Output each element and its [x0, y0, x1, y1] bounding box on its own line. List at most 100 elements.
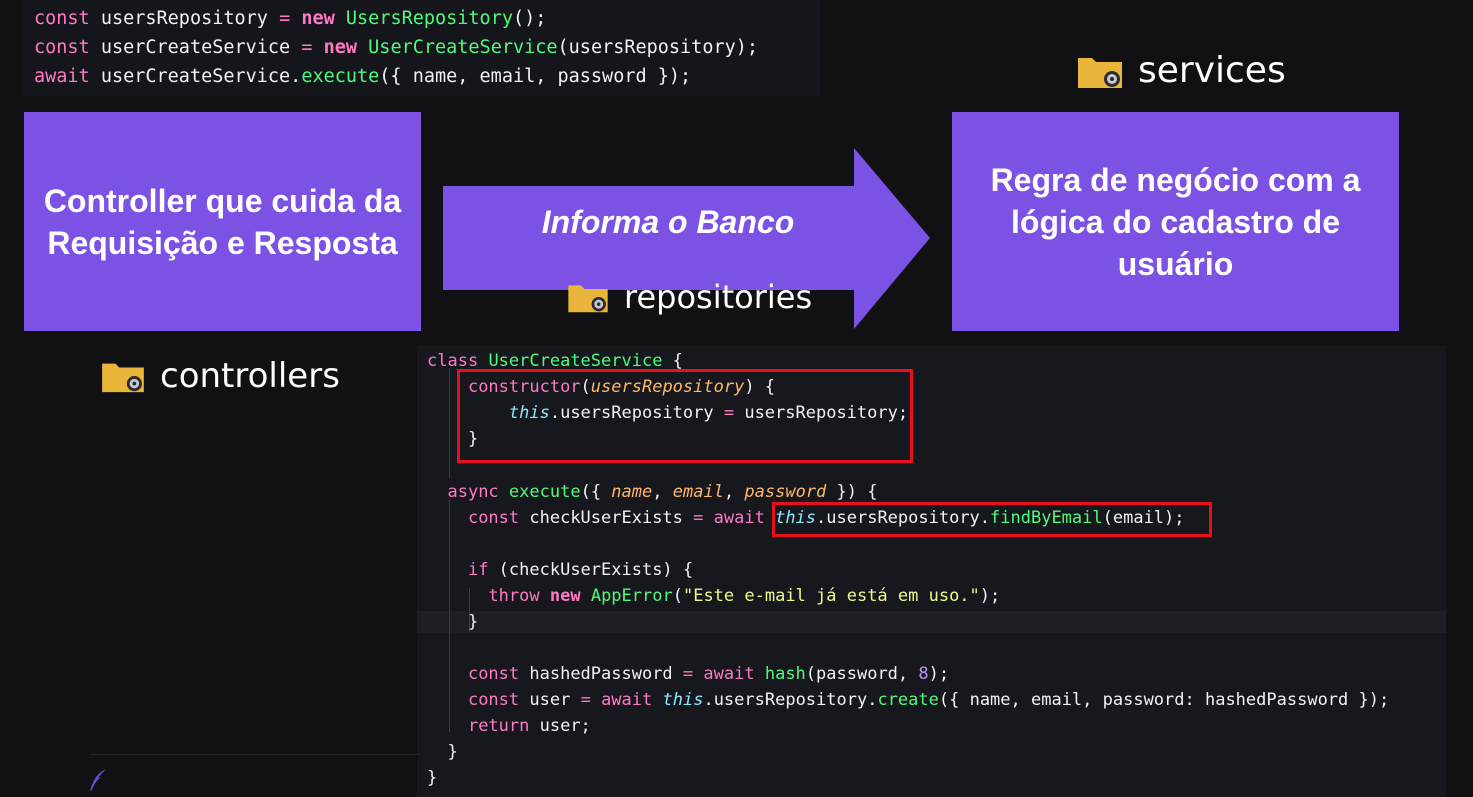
code-token: const: [467, 508, 520, 528]
code-token: if: [467, 560, 489, 580]
quill-icon: [90, 769, 106, 791]
code-token: const: [34, 37, 90, 58]
code-line: const userCreateService = new UserCreate…: [22, 33, 820, 62]
code-token: hashedPassword: [519, 664, 683, 684]
code-line: }: [427, 741, 458, 763]
code-token: this: [662, 690, 704, 710]
code-token: name: [611, 482, 653, 502]
code-token: throw: [488, 586, 540, 606]
code-token: await: [601, 690, 653, 710]
code-token: =: [682, 664, 694, 684]
top-code-snippet: const usersRepository = new UsersReposit…: [22, 0, 820, 96]
code-token: UserCreateService: [488, 351, 663, 371]
folder-gear-icon: [568, 285, 608, 313]
code-token: const: [467, 690, 520, 710]
folder-label-services: services: [1138, 50, 1286, 91]
code-token: new: [301, 8, 335, 29]
code-token: (password,: [805, 664, 919, 684]
code-token: await: [34, 66, 90, 87]
code-token: userCreateService.: [89, 66, 302, 87]
code-token: AppError: [590, 586, 673, 606]
code-line: const hashedPassword = await hash(passwo…: [427, 663, 949, 685]
code-token: userCreateService: [89, 37, 302, 58]
code-token: hash: [764, 664, 806, 684]
code-token: UsersRepository: [345, 8, 513, 29]
code-token: }) {: [826, 482, 878, 502]
code-token: .usersRepository.: [703, 690, 878, 710]
code-token: await: [703, 664, 755, 684]
code-token: {: [662, 351, 683, 371]
code-line: await userCreateService.execute({ name, …: [22, 62, 820, 91]
folder-label-repositories: repositories: [624, 278, 813, 316]
code-token: async: [447, 482, 499, 502]
controller-box: Controller que cuida da Requisição e Res…: [24, 112, 421, 331]
code-line: const usersRepository = new UsersReposit…: [22, 4, 820, 33]
code-token: password: [744, 482, 827, 502]
folder-gear-icon: [102, 363, 144, 393]
code-token: execute: [301, 66, 380, 87]
code-token: ({ name, email, password });: [379, 66, 692, 87]
code-token: class: [427, 351, 479, 371]
code-token: (: [672, 586, 683, 606]
code-line: return user;: [427, 715, 591, 737]
code-token: =: [693, 508, 704, 528]
findbyemail-highlight-box: [772, 502, 1212, 537]
code-token: UserCreateService: [368, 37, 558, 58]
code-token: }: [427, 742, 458, 762]
code-token: );: [928, 664, 950, 684]
code-token: user;: [529, 716, 591, 736]
code-token: ,: [723, 482, 745, 502]
code-token: email: [672, 482, 724, 502]
code-token: execute: [508, 482, 581, 502]
folder-label-controllers: controllers: [160, 356, 340, 396]
code-token: "Este e-mail já está em uso.": [682, 586, 980, 606]
code-token: usersRepository: [89, 8, 280, 29]
code-token: =: [580, 690, 591, 710]
code-token: new: [323, 37, 358, 58]
code-token: const: [34, 8, 90, 29]
code-token: ({: [580, 482, 612, 502]
code-line: throw new AppError("Este e-mail já está …: [427, 585, 1000, 607]
code-token: );: [979, 586, 1001, 606]
current-line-highlight: [417, 611, 1446, 633]
code-token: await: [713, 508, 765, 528]
code-line: async execute({ name, email, password })…: [427, 481, 877, 503]
controller-description: Controller que cuida da Requisição e Res…: [43, 182, 402, 261]
code-token: (checkUserExists) {: [488, 560, 694, 580]
folder-services: services: [1076, 50, 1286, 91]
code-line: }: [427, 611, 478, 633]
code-token: checkUserExists: [519, 508, 694, 528]
code-token: user: [519, 690, 581, 710]
service-description: Regra de negócio com a lógica do cadastr…: [990, 161, 1361, 282]
code-token: (usersRepository);: [557, 37, 759, 58]
code-token: }: [427, 768, 438, 788]
code-token: }: [427, 612, 479, 632]
code-line: }: [427, 767, 437, 789]
code-line: if (checkUserExists) {: [427, 559, 693, 581]
code-token: ({ name, email, password: hashedPassword…: [938, 690, 1390, 710]
code-token: 8: [918, 664, 929, 684]
folder-repositories: repositories: [566, 278, 812, 316]
code-line: const user = await this.usersRepository.…: [427, 689, 1389, 711]
code-token: ,: [652, 482, 673, 502]
constructor-highlight-box: [457, 369, 913, 463]
